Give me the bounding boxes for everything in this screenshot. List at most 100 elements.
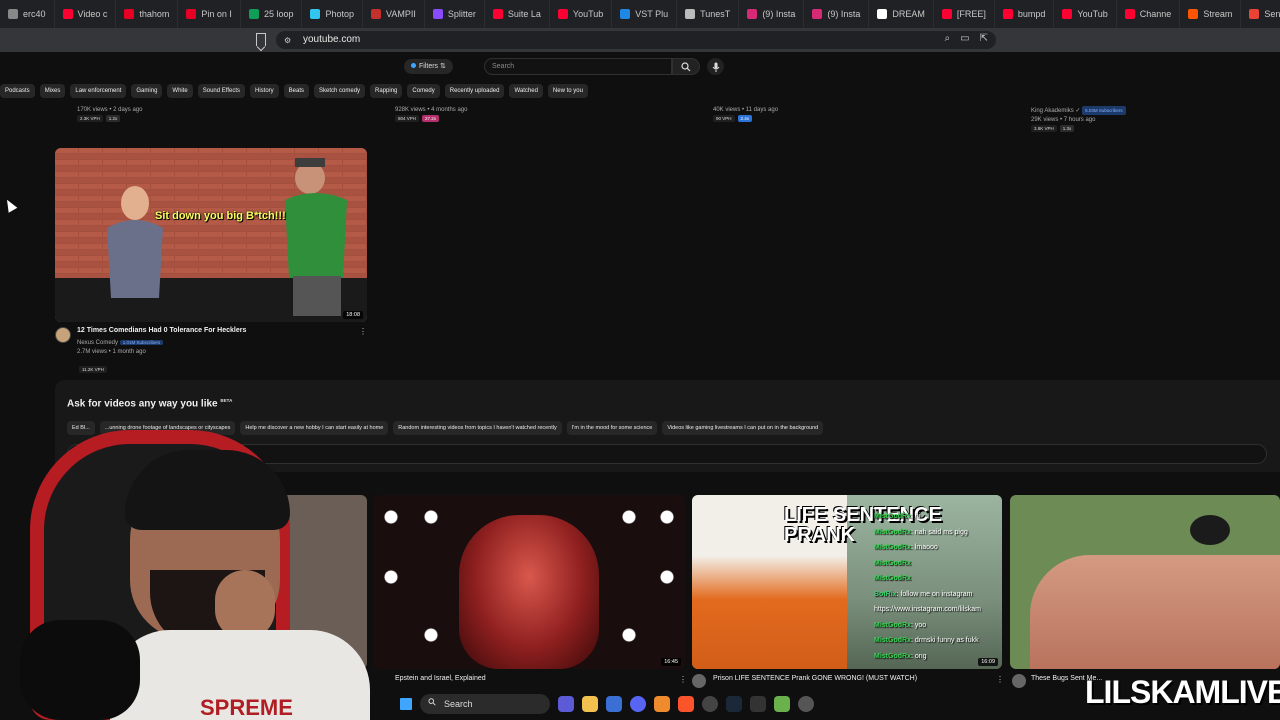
more-options-icon[interactable]: ⋮ — [996, 675, 1004, 684]
video-title[interactable]: 12 Times Comedians Had 0 Tolerance For H… — [77, 327, 246, 334]
channel-avatar[interactable] — [55, 327, 71, 343]
channel-avatar[interactable] — [692, 674, 706, 688]
vph-badge: 11.2K VPH — [79, 366, 107, 373]
browser-tab[interactable]: (9) Insta — [739, 0, 805, 28]
chat-text: : drmski funny as fukk — [910, 637, 979, 644]
browser-tab[interactable]: VST Plu — [612, 0, 678, 28]
browser-tab[interactable]: Sent M — [1241, 0, 1280, 28]
search-button[interactable] — [672, 58, 700, 75]
bookmark-icon[interactable] — [256, 33, 266, 46]
chat-text: : lmaooo — [910, 544, 938, 551]
prompt-suggestion-chip[interactable]: Videos like gaming livestreams I can put… — [662, 421, 824, 435]
store-icon[interactable] — [606, 696, 622, 712]
category-chip[interactable]: Gaming — [131, 84, 163, 98]
chat-username: BotRix — [874, 590, 897, 598]
browser-tab[interactable]: Splitter — [425, 0, 485, 28]
app-icon[interactable] — [798, 696, 814, 712]
browser-tab[interactable]: Channe — [1117, 0, 1181, 28]
chat-text: : nah said ms pigg — [910, 528, 968, 536]
tab-favicon-icon — [62, 9, 73, 19]
browser-tab[interactable]: Suite La — [485, 0, 550, 28]
category-chip[interactable]: Podcasts — [0, 84, 35, 98]
browser-tab[interactable]: [FREE] — [934, 0, 995, 28]
browser-tab[interactable]: 25 loop — [241, 0, 303, 28]
browser-tab[interactable]: DREAM — [869, 0, 934, 28]
brave-icon[interactable] — [678, 696, 694, 712]
app-icon[interactable] — [774, 696, 790, 712]
category-chip[interactable]: Sound Effects — [197, 84, 245, 98]
tab-favicon-icon — [248, 9, 259, 19]
cast-icon[interactable]: ▭ — [960, 33, 969, 44]
video-title[interactable]: Epstein and Israel, Explained — [395, 675, 486, 682]
browser-tab[interactable]: Pin on I — [178, 0, 241, 28]
video-title[interactable]: Prison LIFE SENTENCE Prank GONE WRONG! (… — [713, 675, 917, 682]
voice-search-button[interactable] — [707, 58, 724, 75]
browser-tab[interactable]: bumpd — [995, 0, 1055, 28]
tab-favicon-icon — [747, 9, 758, 19]
durag — [125, 450, 290, 530]
browser-toolbar: ⚙ youtube.com ⌕ ▭ ⇱ — [0, 28, 1280, 74]
windows-start-icon[interactable] — [400, 698, 412, 710]
channel-name[interactable]: Nexus Comedy — [77, 340, 118, 346]
browser-tab[interactable]: Stream — [1180, 0, 1242, 28]
browser-tab[interactable]: YouTub — [550, 0, 613, 28]
browser-tab[interactable]: Video c — [55, 0, 117, 28]
browser-tab[interactable]: VAMPII — [363, 0, 425, 28]
tab-label: Photop — [325, 9, 354, 19]
category-chip[interactable]: History — [250, 84, 279, 98]
more-options-icon[interactable]: ⋮ — [359, 327, 367, 336]
discord-icon[interactable] — [630, 696, 646, 712]
app-icon[interactable] — [654, 696, 670, 712]
tab-favicon-icon — [1062, 9, 1073, 19]
browser-tab[interactable]: erc40 — [0, 0, 55, 28]
category-chip[interactable]: Watched — [509, 84, 543, 98]
file-explorer-icon[interactable] — [582, 696, 598, 712]
browser-tab[interactable]: TunesT — [677, 0, 740, 28]
search-input[interactable]: Search — [484, 58, 672, 75]
tab-label: DREAM — [892, 9, 925, 19]
copilot-icon[interactable] — [558, 696, 574, 712]
category-chip[interactable]: Mixes — [39, 84, 66, 98]
microphone — [20, 620, 140, 720]
tab-label: YouTub — [572, 9, 604, 19]
prompt-suggestion-chip[interactable]: Random interesting videos from topics I … — [393, 421, 562, 435]
category-chip[interactable]: New to you — [547, 84, 588, 98]
chat-message: MistGodRx: yoo — [874, 618, 1002, 634]
video-thumbnail[interactable]: LIFE SENTENCE PRANK MistGodRx: hi MistGod… — [692, 495, 1002, 669]
category-chip[interactable]: Beats — [283, 84, 310, 98]
category-chip[interactable]: White — [167, 84, 193, 98]
obs-icon[interactable] — [702, 696, 718, 712]
zoom-icon[interactable]: ⌕ — [945, 33, 951, 44]
prompt-suggestion-chip[interactable]: I'm in the mood for some science — [566, 421, 658, 435]
taskbar: Search — [400, 692, 900, 716]
multiplier-badge: 1.3x — [1059, 125, 1075, 132]
category-chip[interactable]: Rapping — [370, 84, 403, 98]
video-thumbnail[interactable]: Sit down you big B*tch!!! 18:08 — [55, 148, 367, 322]
screen: erc40 Video c thahom Pin on I 25 loop Photop V… — [0, 0, 1280, 720]
share-icon[interactable]: ⇱ — [980, 33, 988, 44]
category-chip[interactable]: Sketch comedy — [314, 84, 366, 98]
video-thumbnail[interactable]: 16:45 — [373, 495, 685, 669]
steam-icon[interactable] — [726, 696, 742, 712]
taskbar-search[interactable]: Search — [420, 694, 550, 714]
filters-button[interactable]: Filters ⇅ — [404, 59, 453, 74]
category-chip[interactable]: Comedy — [407, 84, 440, 98]
app-icon[interactable] — [750, 696, 766, 712]
subscriber-badge: 5.03M Subscribers — [1082, 106, 1126, 115]
tab-favicon-icon — [1124, 9, 1135, 19]
browser-tab[interactable]: YouTub — [1054, 0, 1117, 28]
chat-username: MistGodRx — [874, 513, 911, 520]
more-options-icon[interactable]: ⋮ — [679, 675, 687, 684]
channel-name[interactable]: King Akademiks ✓ — [1031, 108, 1080, 114]
site-info-icon[interactable]: ⚙ — [284, 36, 291, 45]
category-chip[interactable]: Law enforcement — [70, 84, 127, 98]
browser-tab[interactable]: thahom — [116, 0, 179, 28]
category-chip[interactable]: Recently uploaded — [444, 84, 505, 98]
browser-tab[interactable]: (9) Insta — [804, 0, 870, 28]
video-thumbnail[interactable] — [1010, 495, 1280, 669]
microphone-icon — [712, 62, 719, 72]
address-bar[interactable]: ⚙ youtube.com ⌕ ▭ ⇱ — [276, 31, 996, 49]
channel-avatar[interactable] — [1012, 674, 1026, 688]
browser-tab[interactable]: Photop — [302, 0, 363, 28]
tab-label: Splitter — [447, 9, 476, 19]
